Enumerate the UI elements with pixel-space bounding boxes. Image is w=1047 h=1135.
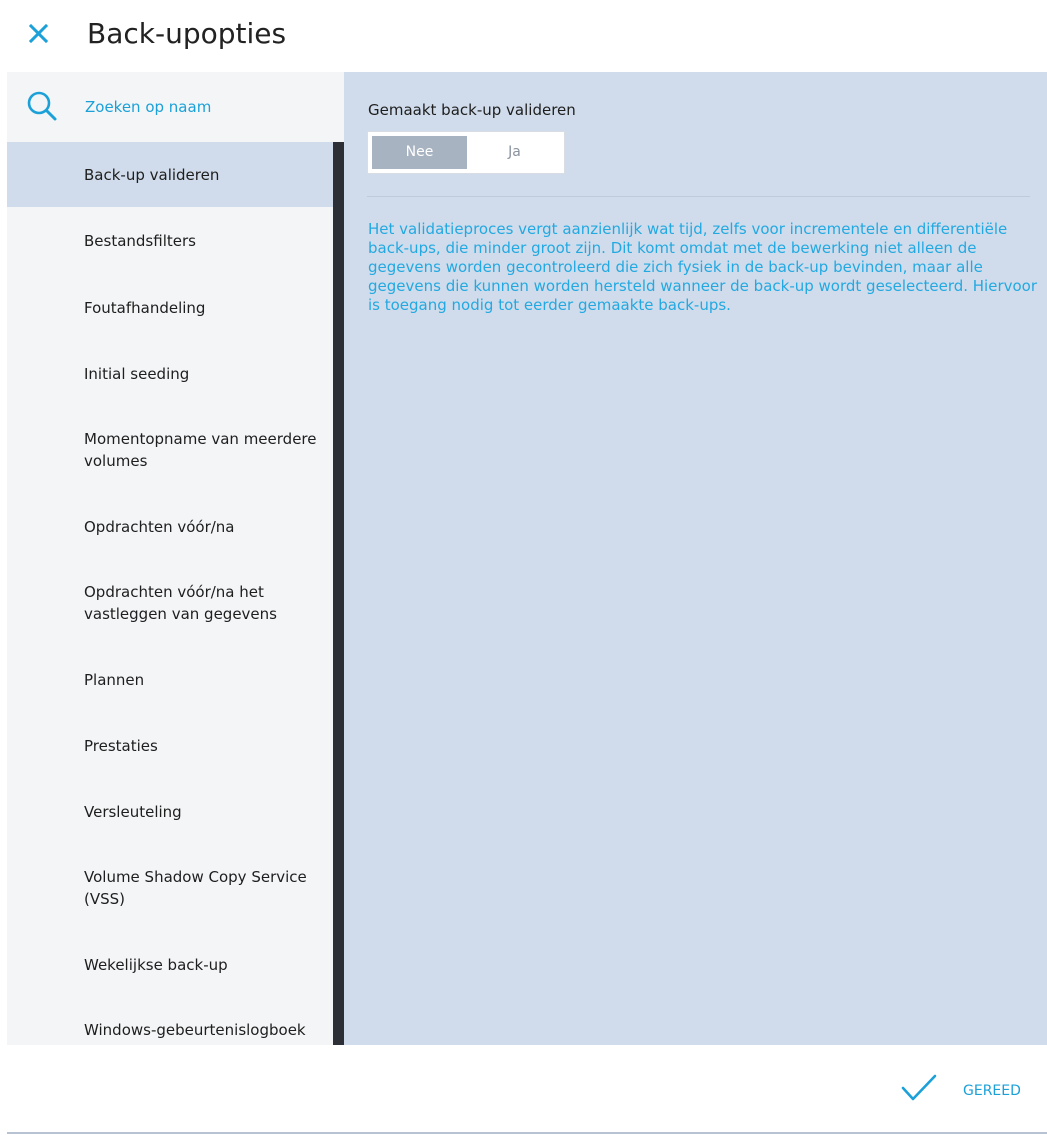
sidebar-item-label: Windows-gebeurtenislogboek (84, 1021, 306, 1039)
sidebar-item-initial-seeding[interactable]: Initial seeding (7, 340, 333, 406)
sidebar-item-label: Opdrachten vóór/na (84, 518, 235, 536)
sidebar-scrollbar[interactable] (333, 142, 344, 1045)
sidebar-item-label: Back-up valideren (84, 166, 220, 184)
sidebar: Zoeken op naam Back-up valideren Bestand… (7, 72, 344, 1045)
search-icon (27, 91, 57, 121)
sidebar-item-weekly-backup[interactable]: Wekelijkse back-up (7, 931, 333, 997)
sidebar-item-label: Prestaties (84, 737, 158, 755)
search-field[interactable]: Zoeken op naam (7, 72, 344, 142)
scrollbar-thumb[interactable] (333, 142, 344, 1045)
sidebar-item-multi-volume-snapshot[interactable]: Momentopname van meerdere volumes (7, 406, 333, 493)
divider (367, 196, 1030, 197)
sidebar-item-vss[interactable]: Volume Shadow Copy Service (VSS) (7, 844, 333, 931)
sidebar-item-windows-event-log[interactable]: Windows-gebeurtenislogboek (7, 997, 333, 1045)
header: Back-upopties (0, 0, 1047, 72)
setting-description: Het validatieproces vergt aanzienlijk wa… (368, 220, 1038, 314)
options-list: Back-up valideren Bestandsfilters Foutaf… (7, 142, 333, 1045)
sidebar-item-label: Bestandsfilters (84, 232, 196, 250)
footer: GEREED (0, 1045, 1047, 1135)
toggle-option-yes[interactable]: Ja (467, 136, 562, 169)
done-button[interactable]: GEREED (899, 1072, 1039, 1112)
sidebar-item-label: Foutafhandeling (84, 299, 206, 317)
toggle-option-no[interactable]: Nee (372, 136, 467, 169)
sidebar-item-label: Opdrachten vóór/na het vastleggen van ge… (84, 583, 277, 623)
sidebar-item-encryption[interactable]: Versleuteling (7, 778, 333, 844)
page-title: Back-upopties (87, 17, 287, 50)
sidebar-item-pre-post-data-capture[interactable]: Opdrachten vóór/na het vastleggen van ge… (7, 559, 333, 646)
sidebar-item-label: Plannen (84, 671, 145, 689)
sidebar-item-performance[interactable]: Prestaties (7, 712, 333, 778)
done-label: GEREED (963, 1083, 1021, 1099)
sidebar-item-label: Momentopname van meerdere volumes (84, 430, 317, 470)
sidebar-item-file-filters[interactable]: Bestandsfilters (7, 207, 333, 274)
sidebar-item-label: Wekelijkse back-up (84, 956, 228, 974)
sidebar-item-validate-backup[interactable]: Back-up valideren (7, 142, 333, 207)
sidebar-item-label: Versleuteling (84, 803, 182, 821)
sidebar-item-error-handling[interactable]: Foutafhandeling (7, 274, 333, 340)
setting-label: Gemaakt back-up valideren (368, 101, 576, 119)
validate-toggle[interactable]: Nee Ja (367, 131, 565, 174)
close-button[interactable] (26, 19, 54, 47)
backup-options-dialog: Back-upopties Zoeken op naam Back-up val… (0, 0, 1047, 1135)
sidebar-item-scheduling[interactable]: Plannen (7, 646, 333, 712)
sidebar-item-pre-post-commands[interactable]: Opdrachten vóór/na (7, 493, 333, 559)
settings-panel: Gemaakt back-up valideren Nee Ja Het val… (344, 72, 1047, 1045)
sidebar-item-label: Volume Shadow Copy Service (VSS) (84, 868, 307, 908)
close-icon (28, 23, 49, 44)
footer-divider (7, 1132, 1047, 1134)
sidebar-item-label: Initial seeding (84, 365, 190, 383)
check-icon (901, 1074, 937, 1101)
search-placeholder: Zoeken op naam (85, 98, 212, 116)
